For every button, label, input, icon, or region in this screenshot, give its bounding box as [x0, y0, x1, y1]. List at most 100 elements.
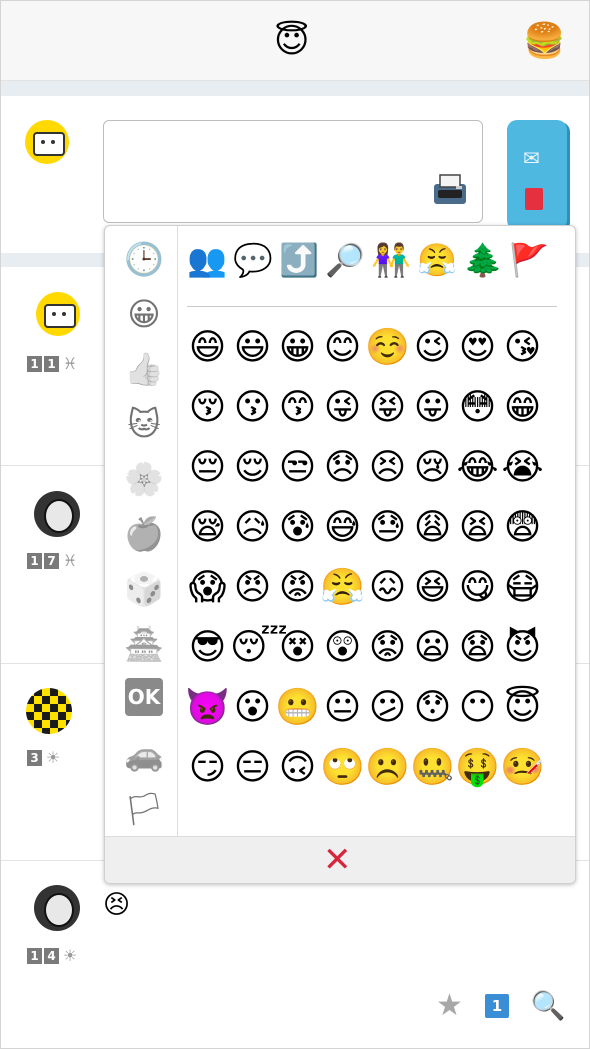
emoji-option[interactable]: 😒 — [275, 438, 320, 498]
category-symbols-icon[interactable]: OK — [122, 675, 166, 719]
robot-avatar[interactable] — [25, 120, 69, 164]
emoji-option[interactable]: 😑 — [230, 738, 275, 798]
emoji-option[interactable]: 😨 — [500, 498, 545, 558]
emoji-option[interactable]: 😎 — [185, 618, 230, 678]
reply-count-badge[interactable]: 1 — [484, 994, 509, 1018]
emoji-option[interactable]: 😕 — [365, 678, 410, 738]
emoji-option[interactable]: 😲 — [320, 618, 365, 678]
post-badge: 1 4 ☀ — [27, 948, 79, 964]
recent-emoji[interactable]: 🔎 — [325, 238, 365, 282]
recent-emoji[interactable]: 💬 — [233, 238, 273, 282]
emoji-option[interactable]: 😌 — [230, 438, 275, 498]
emoji-option[interactable]: 🙃 — [275, 738, 320, 798]
emoji-option[interactable]: 😬 — [275, 678, 320, 738]
emoji-option[interactable]: 😞 — [320, 438, 365, 498]
recent-emoji[interactable]: 🚩 — [509, 238, 549, 282]
fax-icon[interactable] — [432, 172, 468, 208]
recent-emoji[interactable]: ⤴️ — [279, 238, 319, 282]
checker-avatar[interactable] — [26, 688, 72, 734]
emoji-option[interactable]: 😡 — [275, 558, 320, 618]
emoji-option[interactable]: 😩 — [410, 498, 455, 558]
compose-textarea[interactable] — [103, 120, 483, 223]
emoji-option[interactable]: 🤒 — [500, 738, 545, 798]
robot-avatar[interactable] — [36, 292, 80, 336]
category-food-icon[interactable]: 🍎 — [122, 512, 166, 556]
emoji-option[interactable]: 😅 — [320, 498, 365, 558]
emoji-option[interactable]: 😰 — [275, 498, 320, 558]
emoji-option[interactable]: 😃 — [230, 318, 275, 378]
recent-emoji[interactable]: 🌲 — [463, 238, 503, 282]
emoji-option[interactable]: 😀 — [275, 318, 320, 378]
category-nature-icon[interactable]: 🌸 — [122, 457, 166, 501]
emoji-option[interactable]: 😫 — [455, 498, 500, 558]
emoji-option[interactable]: 😄 — [185, 318, 230, 378]
emoji-option[interactable]: 😚 — [185, 378, 230, 438]
emoji-option[interactable]: 😇 — [500, 678, 545, 738]
category-smileys-icon[interactable]: 😀 — [122, 292, 166, 336]
recent-emoji[interactable]: 😤 — [417, 238, 457, 282]
emoji-option[interactable]: 😗 — [230, 378, 275, 438]
emoji-option[interactable]: 😳 — [455, 378, 500, 438]
emoji-option[interactable]: 😢 — [410, 438, 455, 498]
emoji-option[interactable]: 😦 — [410, 618, 455, 678]
emoji-option[interactable]: 😔 — [185, 438, 230, 498]
emoji-option[interactable]: 😱 — [185, 558, 230, 618]
emoji-option[interactable]: 😛 — [410, 378, 455, 438]
emoji-option[interactable]: 😣 — [365, 438, 410, 498]
emoji-option[interactable]: 🤐 — [410, 738, 455, 798]
emoji-option[interactable]: 😟 — [365, 618, 410, 678]
menu-emoji-button[interactable]: 🍔 — [523, 21, 565, 61]
emoji-option[interactable]: 😪 — [185, 498, 230, 558]
star-icon[interactable]: ★ — [436, 990, 463, 1022]
emoji-option[interactable]: 😵 — [275, 618, 320, 678]
emoji-option[interactable]: 😂 — [455, 438, 500, 498]
emoji-option[interactable]: 😷 — [500, 558, 545, 618]
emoji-option[interactable]: 🤑 — [455, 738, 500, 798]
emoji-option[interactable]: 🙄 — [320, 738, 365, 798]
header-separator — [1, 81, 589, 96]
emoji-option[interactable]: 😍 — [455, 318, 500, 378]
emoji-option[interactable]: 😘 — [500, 318, 545, 378]
emoji-option[interactable]: 😴 — [230, 618, 288, 678]
app-logo-emoji[interactable]: 😇 — [274, 21, 309, 61]
emoji-option[interactable]: 😤 — [320, 558, 365, 618]
search-icon[interactable]: 🔍 — [531, 990, 566, 1022]
emoji-option[interactable]: ☺️ — [365, 318, 410, 378]
emoji-option[interactable]: 😓 — [365, 498, 410, 558]
send-button[interactable]: ✉ — [507, 120, 567, 230]
emoji-option[interactable]: 😮 — [230, 678, 275, 738]
category-people-icon[interactable]: 👍 — [122, 347, 166, 391]
recent-emoji[interactable]: 👫 — [371, 238, 411, 282]
emoji-option[interactable]: 😶 — [455, 678, 500, 738]
alien-avatar[interactable] — [34, 885, 80, 931]
category-animals-icon[interactable]: 🐱 — [122, 402, 166, 446]
emoji-option[interactable]: 😊 — [320, 318, 365, 378]
category-travel-icon[interactable]: 🚗 — [122, 732, 166, 776]
category-flags-icon[interactable]: 🏳 — [122, 787, 166, 831]
emoji-option[interactable]: 😯 — [410, 678, 455, 738]
recent-emoji[interactable]: 👥 — [187, 238, 227, 282]
close-icon[interactable]: ✕ — [323, 842, 352, 878]
emoji-option[interactable]: 😁 — [500, 378, 545, 438]
emoji-option[interactable]: 😖 — [365, 558, 410, 618]
close-bar[interactable]: ✕ — [105, 836, 575, 883]
category-recent-icon[interactable]: 🕒 — [122, 237, 166, 281]
alien-avatar[interactable] — [34, 491, 80, 537]
emoji-option[interactable]: 😥 — [230, 498, 275, 558]
emoji-option[interactable]: 😧 — [455, 618, 500, 678]
emoji-option[interactable]: 😝 — [365, 378, 410, 438]
emoji-option[interactable]: 😋 — [455, 558, 500, 618]
category-places-icon[interactable]: 🏯 — [122, 622, 166, 666]
emoji-option[interactable]: 😏 — [185, 738, 230, 798]
emoji-option[interactable]: 😠 — [230, 558, 275, 618]
emoji-option[interactable]: 😉 — [410, 318, 455, 378]
emoji-option[interactable]: ☹️ — [365, 738, 410, 798]
emoji-option[interactable]: 😜 — [320, 378, 365, 438]
emoji-option[interactable]: 😙 — [275, 378, 320, 438]
emoji-option[interactable]: 👿 — [185, 678, 230, 738]
emoji-option[interactable]: 😆 — [410, 558, 455, 618]
category-activity-icon[interactable]: 🎲 — [122, 567, 166, 611]
emoji-option[interactable]: 😭 — [500, 438, 545, 498]
emoji-option[interactable]: 😈 — [500, 618, 545, 678]
emoji-option[interactable]: 😐 — [320, 678, 365, 738]
